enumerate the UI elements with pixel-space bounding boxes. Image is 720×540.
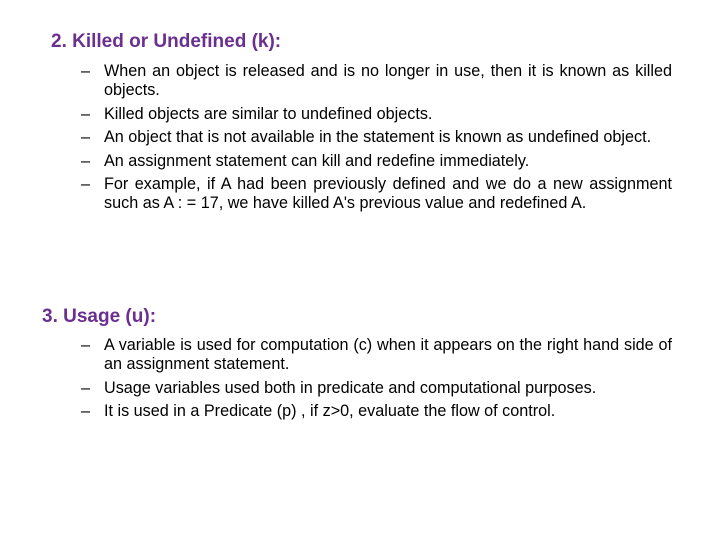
list-item: – An object that is not available in the … bbox=[81, 128, 672, 147]
dash-bullet-icon: – bbox=[81, 104, 91, 123]
list-item-text: A variable is used for computation (c) w… bbox=[104, 336, 672, 373]
list-item-text: Usage variables used both in predicate a… bbox=[104, 378, 597, 397]
dash-bullet-icon: – bbox=[81, 175, 91, 193]
dash-bullet-icon: – bbox=[81, 336, 91, 354]
list-item: – When an object is released and is no lo… bbox=[81, 62, 672, 100]
section-heading-killed-undefined: 2. Killed or Undefined (k): bbox=[51, 31, 282, 52]
list-item: – Killed objects are similar to undefined… bbox=[81, 105, 672, 124]
list-item: – It is used in a Predicate (p) , if z>0,… bbox=[81, 402, 672, 421]
list-item: – A variable is used for computation (c) … bbox=[81, 336, 672, 374]
section-heading-usage: 3. Usage (u): bbox=[42, 306, 157, 327]
dash-bullet-icon: – bbox=[81, 62, 91, 80]
list-item: – An assignment statement can kill and re… bbox=[81, 152, 672, 171]
list-item-text: It is used in a Predicate (p) , if z>0, … bbox=[104, 402, 556, 420]
list-item-text: An assignment statement can kill and red… bbox=[104, 151, 530, 170]
list-item-text: Killed objects are similar to undefined … bbox=[104, 104, 433, 123]
list-item-text: For example, if A had been previously de… bbox=[104, 175, 672, 212]
list-item-text: When an object is released and is no lon… bbox=[104, 62, 672, 99]
dash-bullet-icon: – bbox=[81, 151, 91, 170]
dash-bullet-icon: – bbox=[81, 128, 91, 146]
killed-undefined-bullet-list: – When an object is released and is no lo… bbox=[81, 62, 672, 218]
list-item-text: An object that is not available in the s… bbox=[104, 128, 652, 146]
list-item: – For example, if A had been previously d… bbox=[81, 175, 672, 213]
list-item: – Usage variables used both in predicate … bbox=[81, 379, 672, 398]
dash-bullet-icon: – bbox=[81, 378, 91, 397]
dash-bullet-icon: – bbox=[81, 402, 91, 420]
usage-bullet-list: – A variable is used for computation (c) … bbox=[81, 336, 672, 426]
